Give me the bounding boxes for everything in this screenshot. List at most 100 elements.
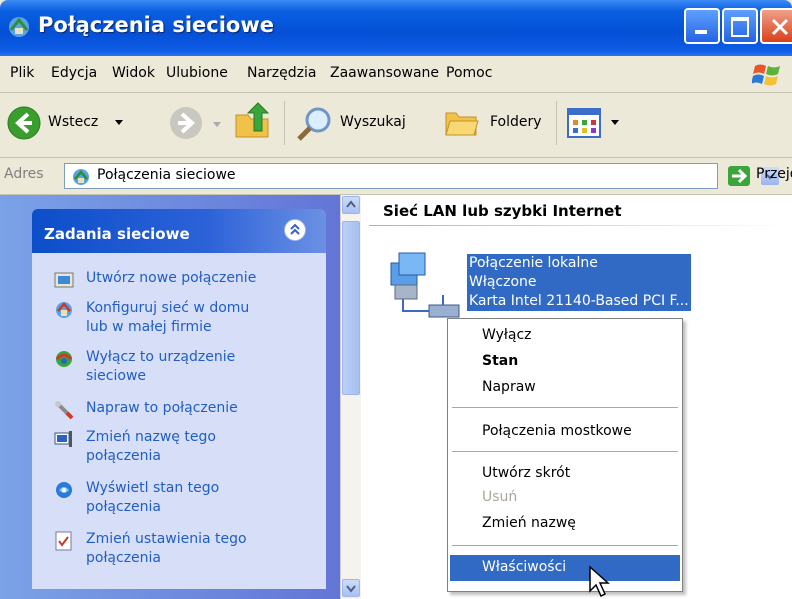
up-folder-icon[interactable]: [232, 101, 272, 141]
menu-separator: [452, 451, 678, 452]
views-icon: [567, 108, 601, 138]
address-value: Połączenia sieciowe: [97, 167, 236, 183]
scroll-up-button[interactable]: [342, 196, 360, 214]
back-arrow-icon: [7, 106, 41, 140]
menu-item-label: Utwórz skrót: [482, 465, 571, 481]
toolbar: Wstecz Wyszukaj Foldery: [0, 93, 792, 158]
toolbar-separator: [284, 101, 285, 145]
search-icon: [297, 107, 331, 141]
disable-device-icon: [55, 351, 73, 367]
connection-name: Połączenie lokalne: [469, 255, 598, 271]
network-tasks-panel: Zadania sieciowe Utwórz nowe połączenie …: [32, 209, 326, 589]
arrow-up-icon: [346, 200, 356, 208]
menu-item-bridge-connections[interactable]: Połączenia mostkowe: [450, 419, 680, 445]
menu-tools[interactable]: Narzędzia: [247, 65, 316, 81]
back-dropdown-icon[interactable]: [114, 119, 124, 127]
search-label: Wyszukaj: [340, 114, 406, 130]
connection-status: Włączone: [469, 274, 537, 290]
views-button[interactable]: [566, 105, 626, 141]
group-header: Sieć LAN lub szybki Internet: [383, 202, 622, 220]
menu-edit[interactable]: Edycja: [51, 65, 97, 81]
connection-device: Karta Intel 21140-Based PCI F...: [469, 293, 689, 309]
network-tasks-title: Zadania sieciowe: [44, 225, 190, 243]
address-input[interactable]: Połączenia sieciowe: [64, 163, 779, 189]
menu-item-label: Usuń: [482, 489, 518, 505]
scroll-down-button[interactable]: [342, 579, 360, 597]
menu-item-label: Wyłącz: [482, 327, 532, 343]
context-menu: Wyłącz Stan Napraw Połączenia mostkowe U…: [447, 318, 683, 592]
menu-file[interactable]: Plik: [10, 65, 34, 81]
settings-icon: [55, 531, 72, 551]
network-connections-icon: [9, 17, 29, 37]
explorer-window: Połączenia sieciowe Plik Edycja Widok Ul…: [0, 0, 792, 599]
task-label: Utwórz nowe połączenie: [86, 270, 257, 286]
close-button[interactable]: [760, 8, 792, 44]
task-label: Konfiguruj sieć w domu lub w małej firmi…: [86, 300, 250, 335]
menu-item-label: Właściwości: [482, 559, 567, 575]
menu-item-rename[interactable]: Zmień nazwę: [450, 511, 680, 537]
back-button[interactable]: Wstecz: [6, 103, 156, 143]
go-label[interactable]: Przejdź: [756, 166, 792, 182]
menu-item-label: Stan: [482, 353, 519, 369]
menu-separator: [452, 407, 678, 408]
task-label: Zmień ustawienia tego połączenia: [86, 531, 247, 566]
address-bar: Adres Połączenia sieciowe Przejdź: [0, 158, 792, 195]
menu-item-delete: Usuń: [450, 485, 680, 511]
folders-button[interactable]: Foldery: [444, 103, 554, 143]
group-divider: [369, 225, 789, 226]
task-pane: Zadania sieciowe Utwórz nowe połączenie …: [0, 195, 340, 599]
network-tasks-list: Utwórz nowe połączenie Konfiguruj sieć w…: [32, 253, 326, 589]
forward-arrow-icon[interactable]: [168, 105, 204, 141]
collapse-button[interactable]: [284, 219, 306, 241]
connection-item[interactable]: Połączenie lokalne Włączone Karta Intel …: [467, 254, 691, 311]
task-label: Zmień nazwę tego połączenia: [86, 429, 216, 464]
menu-bar: Plik Edycja Widok Ulubione Narzędzia Zaa…: [0, 56, 792, 93]
scroll-thumb[interactable]: [342, 221, 360, 395]
lan-connection-icon[interactable]: [385, 251, 473, 321]
menu-favorites[interactable]: Ulubione: [166, 65, 228, 81]
title-bar[interactable]: Połączenia sieciowe: [0, 0, 792, 56]
new-connection-icon: [54, 272, 74, 288]
menu-item-disable[interactable]: Wyłącz: [450, 323, 680, 349]
maximize-button[interactable]: [722, 8, 758, 44]
repair-icon: [55, 401, 74, 420]
chevron-up-icon: [290, 223, 300, 235]
go-arrow-icon: [732, 168, 748, 184]
menu-item-repair[interactable]: Napraw: [450, 375, 680, 401]
menu-item-create-shortcut[interactable]: Utwórz skrót: [450, 461, 680, 487]
windows-logo-icon: [752, 64, 780, 86]
window-title: Połączenia sieciowe: [38, 13, 274, 37]
close-icon: [771, 18, 789, 36]
menu-item-label: Połączenia mostkowe: [482, 423, 632, 439]
menu-item-label: Napraw: [482, 379, 536, 395]
address-label: Adres: [4, 166, 44, 182]
menu-advanced[interactable]: Zaawansowane: [330, 65, 439, 81]
forward-dropdown-icon[interactable]: [212, 121, 222, 129]
rename-icon: [54, 431, 72, 447]
menu-separator: [452, 545, 678, 546]
task-label: Wyświetl stan tego połączenia: [86, 480, 220, 515]
arrow-down-icon: [346, 585, 356, 593]
menu-item-properties[interactable]: Właściwości: [450, 555, 680, 581]
go-button[interactable]: [728, 166, 750, 186]
minimize-icon: [695, 30, 707, 34]
menu-view[interactable]: Widok: [112, 65, 155, 81]
menu-item-status[interactable]: Stan: [450, 349, 680, 375]
task-label: Napraw to połączenie: [86, 400, 238, 416]
network-connections-icon: [73, 169, 89, 185]
menu-help[interactable]: Pomoc: [446, 65, 492, 81]
network-tasks-header[interactable]: Zadania sieciowe: [32, 209, 326, 253]
maximize-icon: [731, 17, 749, 37]
minimize-button[interactable]: [684, 8, 720, 44]
views-dropdown-icon: [611, 120, 619, 125]
back-label: Wstecz: [48, 114, 99, 130]
mouse-cursor-icon: [589, 565, 610, 598]
search-button[interactable]: Wyszukaj: [296, 103, 436, 143]
folders-label: Foldery: [490, 114, 542, 130]
status-icon: [56, 482, 72, 498]
vertical-scrollbar[interactable]: [340, 195, 361, 599]
task-label: Wyłącz to urządzenie sieciowe: [86, 349, 236, 384]
toolbar-separator: [556, 101, 557, 145]
menu-item-label: Zmień nazwę: [482, 515, 576, 531]
home-network-icon: [56, 302, 72, 318]
